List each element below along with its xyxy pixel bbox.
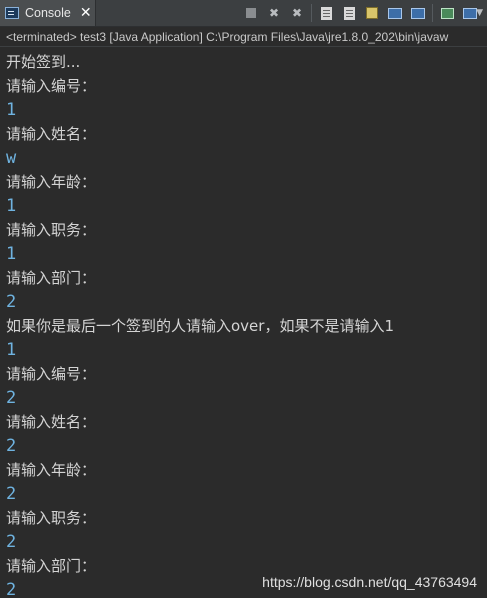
toolbar-divider	[311, 4, 313, 22]
word-wrap-icon[interactable]	[340, 4, 358, 22]
console-output-line: 请输入部门：	[6, 557, 97, 575]
console-output-line: 请输入年龄：	[6, 173, 97, 191]
console-output-line: 请输入部门：	[6, 269, 97, 287]
console-output-line: 请输入职务：	[6, 221, 97, 239]
show-out-icon[interactable]	[363, 4, 381, 22]
toolbar-divider	[432, 4, 434, 22]
console-input-line: 1	[6, 340, 17, 360]
console-tab-bar: Console ✕ ✖ ✖ ▼	[0, 0, 487, 27]
chevron-down-icon[interactable]: ▼	[476, 8, 483, 18]
launch-status: <terminated> test3 [Java Application] C:…	[0, 27, 487, 47]
watermark: https://blog.csdn.net/qq_43763494	[262, 574, 477, 590]
console-output-line: 请输入姓名：	[6, 413, 97, 431]
console-tab[interactable]: Console ✕	[0, 0, 96, 26]
console-input-line: 1	[6, 100, 17, 120]
scroll-lock-icon[interactable]	[317, 4, 335, 22]
console-output-line: 请输入编号：	[6, 365, 97, 383]
terminate-icon[interactable]	[242, 4, 260, 22]
console-input-line: 2	[6, 484, 17, 504]
console-input-line: 1	[6, 196, 17, 216]
console-output-line: 请输入姓名：	[6, 125, 97, 143]
console-output-line: 请输入编号：	[6, 77, 97, 95]
console-output-line: 开始签到...	[6, 53, 81, 71]
console-input-line: 2	[6, 532, 17, 552]
console-input-line: 2	[6, 580, 17, 598]
console-output-line: 请输入年龄：	[6, 461, 97, 479]
console-input-line: w	[6, 148, 17, 168]
console-tab-label: Console	[25, 6, 71, 20]
show-err-icon[interactable]	[386, 4, 404, 22]
console-icon	[5, 7, 19, 19]
console-input-line: 1	[6, 244, 17, 264]
console-input-line: 2	[6, 388, 17, 408]
remove-all-icon[interactable]: ✖	[288, 4, 306, 22]
pin-console-icon[interactable]	[409, 4, 427, 22]
remove-launch-icon[interactable]: ✖	[265, 4, 283, 22]
console-input-line: 2	[6, 436, 17, 456]
console-output-line: 请输入职务：	[6, 509, 97, 527]
console-toolbar: ✖ ✖ ▼	[237, 3, 483, 23]
console-output-line: 如果你是最后一个签到的人请输入over，如果不是请输入1	[6, 317, 394, 335]
console-output[interactable]: 开始签到... 请输入编号： 1 请输入姓名： w 请输入年龄： 1 请输入职务： 1 请输入部门…	[0, 48, 487, 598]
console-input-line: 2	[6, 292, 17, 312]
close-icon[interactable]: ✕	[80, 5, 92, 21]
new-console-icon[interactable]	[438, 4, 456, 22]
